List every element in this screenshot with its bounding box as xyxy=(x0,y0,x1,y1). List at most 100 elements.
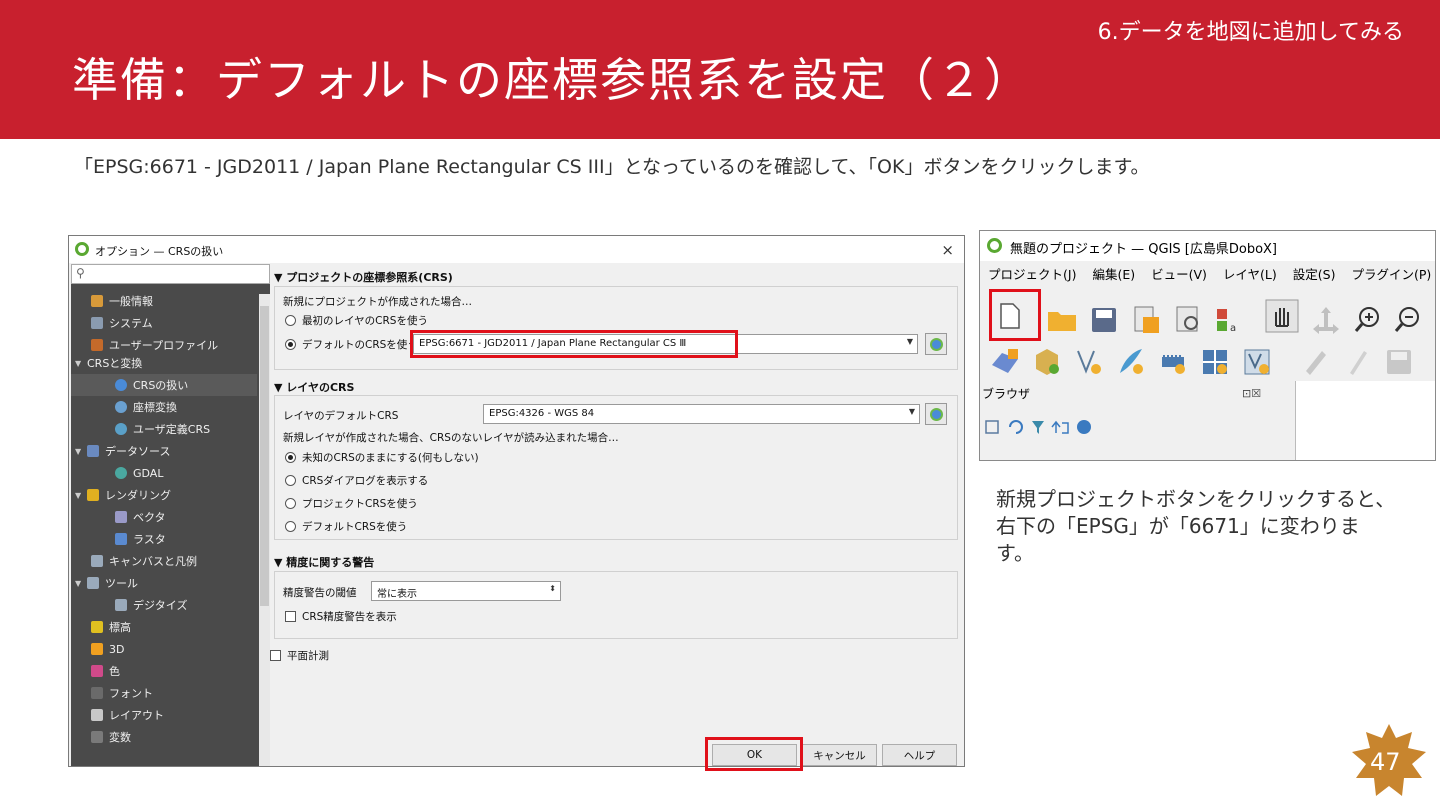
qgis-titlebar: 無題のプロジェクト — QGIS [広島県DoboX] xyxy=(980,231,1435,261)
pan-map-button[interactable] xyxy=(1265,299,1299,333)
nav-item-label: CRSと変換 xyxy=(87,357,143,370)
save-project-button[interactable] xyxy=(1087,303,1121,337)
browser-panel-controls[interactable]: ⊡☒ xyxy=(1242,387,1261,400)
nav-item-tools[interactable]: ▼ ツール xyxy=(75,572,138,594)
menu-project[interactable]: プロジェクト(J) xyxy=(988,264,1076,286)
radio-use-project-crs[interactable]: プロジェクトCRSを使う xyxy=(285,496,418,511)
checkbox-label: 平面計測 xyxy=(287,650,329,662)
nav-item-label: デジタイズ xyxy=(133,599,188,612)
nav-item-label: 標高 xyxy=(109,621,131,634)
new-memory-layer-button[interactable] xyxy=(1156,345,1190,379)
elevation-icon xyxy=(91,621,103,633)
nav-item-vector[interactable]: ベクタ xyxy=(115,506,166,528)
nav-item-raster[interactable]: ラスタ xyxy=(115,528,166,550)
layout-manager-button[interactable] xyxy=(1171,303,1205,337)
spin-arrows-icon: ⬍ xyxy=(549,584,556,593)
nav-item-system[interactable]: システム xyxy=(91,312,153,334)
save-edits-button[interactable] xyxy=(1382,345,1416,379)
layout-icon xyxy=(91,709,103,721)
new-geopackage-button[interactable] xyxy=(1030,345,1064,379)
gear-icon xyxy=(91,317,103,329)
qgis-title: 無題のプロジェクト — QGIS [広島県DoboX] xyxy=(1010,242,1278,257)
nav-item-variables[interactable]: 変数 xyxy=(91,726,131,748)
radio-leave-unknown[interactable]: 未知のCRSのままにする(何もしない) xyxy=(285,450,479,465)
section-accuracy[interactable]: ▼ 精度に関する警告 xyxy=(274,554,374,570)
new-virtual-layer-button[interactable] xyxy=(1198,345,1232,379)
style-manager-button[interactable]: a xyxy=(1213,303,1247,337)
close-button[interactable]: × xyxy=(941,241,954,259)
save-icon xyxy=(1092,308,1116,332)
select-layer-crs-button[interactable] xyxy=(925,403,947,425)
map-canvas-area[interactable] xyxy=(1295,381,1435,460)
menu-view[interactable]: ビュー(V) xyxy=(1151,264,1207,286)
pan-to-selection-button[interactable] xyxy=(1309,303,1343,337)
nav-item-label: 変数 xyxy=(109,731,131,744)
radio-label: 最初のレイヤのCRSを使う xyxy=(302,315,428,327)
new-vector-tile-button[interactable] xyxy=(1240,345,1274,379)
nav-item-crs-transform[interactable]: ▼ CRSと変換 xyxy=(75,352,142,374)
menu-layer[interactable]: レイヤ(L) xyxy=(1223,264,1277,286)
table-icon xyxy=(87,445,99,457)
radio-circle xyxy=(285,452,296,463)
radio-show-crs-dialog[interactable]: CRSダイアログを表示する xyxy=(285,473,428,488)
radio-use-default-crs[interactable]: デフォルトCRSを使う xyxy=(285,519,407,534)
nav-item-font[interactable]: フォント xyxy=(91,682,153,704)
layer-default-crs-select[interactable]: EPSG:4326 - WGS 84 ▼ xyxy=(483,404,920,424)
checkbox-show-accuracy-warning[interactable]: CRS精度警告を表示 xyxy=(285,609,397,624)
threshold-select[interactable]: 常に表示 ⬍ xyxy=(371,581,561,601)
layer-default-crs-value: EPSG:4326 - WGS 84 xyxy=(489,408,595,419)
section-layer-crs[interactable]: ▼ レイヤのCRS xyxy=(274,379,354,395)
select-crs-button[interactable] xyxy=(925,333,947,355)
current-edits-button[interactable] xyxy=(1340,345,1374,379)
nav-item-label: ユーザ定義CRS xyxy=(133,423,211,436)
menu-edit[interactable]: 編集(E) xyxy=(1092,264,1135,286)
new-print-layout-button[interactable] xyxy=(1129,303,1163,337)
nav-scrollbar[interactable] xyxy=(259,294,270,766)
nav-item-data-sources[interactable]: ▼ データソース xyxy=(75,440,170,462)
nav-item-gdal[interactable]: GDAL xyxy=(115,462,163,484)
data-source-manager-button[interactable] xyxy=(988,345,1022,379)
nav-item-general[interactable]: 一般情報 xyxy=(91,290,153,312)
new-shapefile-button[interactable] xyxy=(1072,345,1106,379)
nav-item-canvas-legend[interactable]: キャンバスと凡例 xyxy=(91,550,197,572)
zoom-out-button[interactable] xyxy=(1391,303,1425,337)
radio-circle xyxy=(285,339,296,350)
nav-item-rendering[interactable]: ▼ レンダリング xyxy=(75,484,171,506)
scrollbar-thumb[interactable] xyxy=(260,306,269,606)
globe-icon xyxy=(115,379,127,391)
nav-item-coordinate-transform[interactable]: 座標変換 xyxy=(115,396,177,418)
open-project-button[interactable] xyxy=(1045,303,1079,337)
checkbox-label: CRS精度警告を表示 xyxy=(302,611,397,623)
nav-item-custom-crs[interactable]: ユーザ定義CRS xyxy=(115,418,210,440)
expand-icon: ▼ xyxy=(75,446,82,456)
nav-item-layout[interactable]: レイアウト xyxy=(91,704,164,726)
dialog-titlebar: オプション — CRSの扱い × xyxy=(69,236,964,263)
nav-item-label: レンダリング xyxy=(105,489,171,502)
nav-item-3d[interactable]: 3D xyxy=(91,638,124,660)
help-button[interactable]: ヘルプ xyxy=(882,744,957,766)
expand-icon: ▼ xyxy=(75,358,82,368)
radio-default-crs[interactable]: デフォルトのCRSを使う xyxy=(285,337,418,352)
zoom-out-icon xyxy=(1394,307,1419,332)
accuracy-group: 精度警告の閾値 常に表示 ⬍ CRS精度警告を表示 xyxy=(274,571,958,639)
cancel-button[interactable]: キャンセル xyxy=(802,744,877,766)
search-icon: ⚲ xyxy=(76,266,85,280)
nav-item-crs-handling[interactable]: CRSの扱い xyxy=(71,374,257,396)
new-spatialite-button[interactable] xyxy=(1114,345,1148,379)
menu-settings[interactable]: 設定(S) xyxy=(1293,264,1336,286)
nav-item-color[interactable]: 色 xyxy=(91,660,120,682)
instruction-text: 「EPSG:6671 - JGD2011 / Japan Plane Recta… xyxy=(74,156,1150,178)
radio-first-layer-crs[interactable]: 最初のレイヤのCRSを使う xyxy=(285,313,428,328)
print-layout-icon xyxy=(1134,306,1159,333)
nav-item-elevation[interactable]: 標高 xyxy=(91,616,131,638)
expand-icon: ▼ xyxy=(75,490,82,500)
nav-search-input[interactable]: ⚲ xyxy=(71,264,270,284)
nav-item-digitize[interactable]: デジタイズ xyxy=(115,594,187,616)
radio-label: CRSダイアログを表示する xyxy=(302,475,429,487)
menu-plugins[interactable]: プラグイン(P) xyxy=(1351,264,1431,286)
zoom-in-button[interactable] xyxy=(1351,303,1385,337)
section-project-crs[interactable]: ▼ プロジェクトの座標参照系(CRS) xyxy=(274,269,453,285)
checkbox-planimetric[interactable]: 平面計測 xyxy=(270,648,329,663)
toggle-editing-button[interactable] xyxy=(1298,345,1332,379)
nav-item-label: 3D xyxy=(109,642,125,656)
